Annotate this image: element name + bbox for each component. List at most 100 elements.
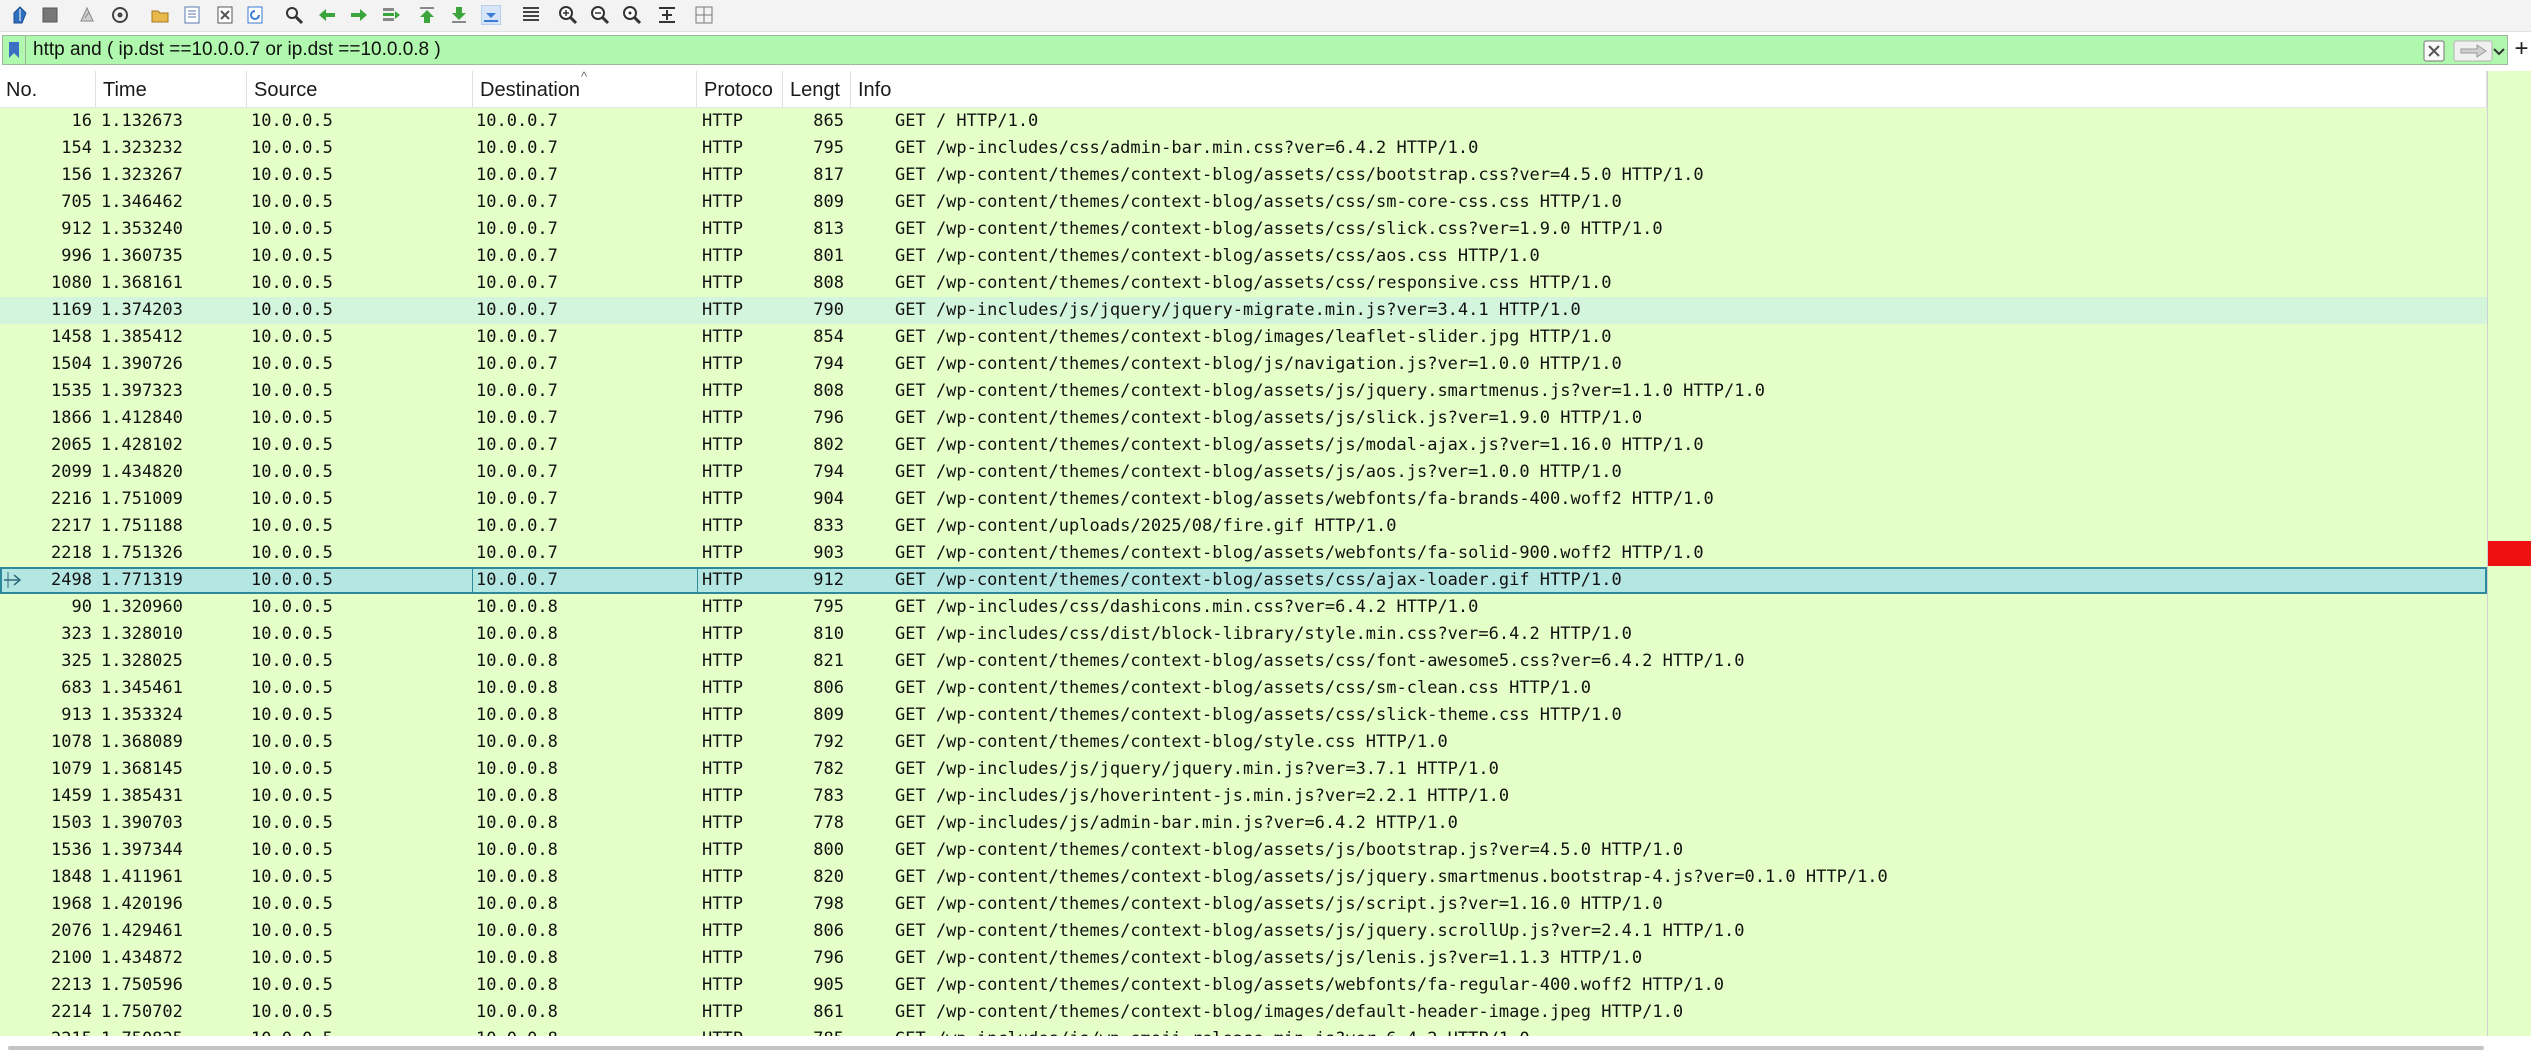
resize-columns-button[interactable] xyxy=(655,3,679,27)
packet-row[interactable]: 1169 1.374203 10.0.0.5 10.0.0.7 HTTP 790 GET /… xyxy=(0,297,2487,324)
packet-row[interactable]: 2076 1.429461 10.0.0.5 10.0.0.8 HTTP 806 GET /… xyxy=(0,918,2487,945)
packet-row[interactable]: 996 1.360735 10.0.0.5 10.0.0.7 HTTP 801 GET /w… xyxy=(0,243,2487,270)
packet-destination-cell: 10.0.0.7 xyxy=(476,570,558,590)
packet-no-cell: 1169 xyxy=(51,300,92,320)
packet-row[interactable]: 1968 1.420196 10.0.0.5 10.0.0.8 HTTP 798 GET /… xyxy=(0,891,2487,918)
packet-row[interactable]: 2099 1.434820 10.0.0.5 10.0.0.7 HTTP 794 GET /… xyxy=(0,459,2487,486)
go-back-icon xyxy=(319,9,335,21)
packet-row[interactable]: 2218 1.751326 10.0.0.5 10.0.0.7 HTTP 903 GET /… xyxy=(0,540,2487,567)
apply-filter-button[interactable] xyxy=(2453,40,2493,62)
packet-list[interactable]: 16 1.132673 10.0.0.5 10.0.0.7 HTTP 865 GET / H… xyxy=(0,108,2487,1036)
column-header-info[interactable]: Info xyxy=(852,71,2487,107)
packet-protocol-cell: HTTP xyxy=(702,705,743,725)
auto-scroll-button[interactable] xyxy=(479,3,503,27)
packet-source-cell: 10.0.0.5 xyxy=(251,894,333,914)
packet-row[interactable]: 1459 1.385431 10.0.0.5 10.0.0.8 HTTP 783 GET /… xyxy=(0,783,2487,810)
start-capture-button[interactable] xyxy=(8,3,32,27)
packet-row[interactable]: 1078 1.368089 10.0.0.5 10.0.0.8 HTTP 792 GET /… xyxy=(0,729,2487,756)
column-header-time[interactable]: Time xyxy=(97,71,247,107)
go-back-button[interactable] xyxy=(315,3,339,27)
save-file-icon xyxy=(184,6,200,24)
packet-time-cell: 1.368089 xyxy=(101,732,183,752)
packet-row[interactable]: 2217 1.751188 10.0.0.5 10.0.0.7 HTTP 833 GET /… xyxy=(0,513,2487,540)
packet-no-cell: 156 xyxy=(61,165,92,185)
save-file-button[interactable] xyxy=(180,3,204,27)
go-to-packet-button[interactable] xyxy=(379,3,403,27)
packet-row[interactable]: 2214 1.750702 10.0.0.5 10.0.0.8 HTTP 861 GET /… xyxy=(0,999,2487,1026)
packet-row[interactable]: 1536 1.397344 10.0.0.5 10.0.0.8 HTTP 800 GET /… xyxy=(0,837,2487,864)
packet-row[interactable]: 1848 1.411961 10.0.0.5 10.0.0.8 HTTP 820 GET /… xyxy=(0,864,2487,891)
packet-no-cell: 1536 xyxy=(51,840,92,860)
packet-destination-cell: 10.0.0.7 xyxy=(476,462,558,482)
capture-options-button[interactable] xyxy=(108,3,132,27)
packet-row[interactable]: 1504 1.390726 10.0.0.5 10.0.0.7 HTTP 794 GET /… xyxy=(0,351,2487,378)
packet-row[interactable]: 325 1.328025 10.0.0.5 10.0.0.8 HTTP 821 GET /w… xyxy=(0,648,2487,675)
packet-row[interactable]: 913 1.353324 10.0.0.5 10.0.0.8 HTTP 809 GET /w… xyxy=(0,702,2487,729)
packet-row[interactable]: 1080 1.368161 10.0.0.5 10.0.0.7 HTTP 808 GET /… xyxy=(0,270,2487,297)
colorize-button[interactable] xyxy=(519,3,543,27)
packet-row[interactable]: 323 1.328010 10.0.0.5 10.0.0.8 HTTP 810 GET /w… xyxy=(0,621,2487,648)
go-forward-button[interactable] xyxy=(347,3,371,27)
filter-bookmark-button[interactable] xyxy=(3,36,26,64)
packet-row[interactable]: 154 1.323232 10.0.0.5 10.0.0.7 HTTP 795 GET /w… xyxy=(0,135,2487,162)
filter-expression[interactable]: http and ( ip.dst ==10.0.0.7 or ip.dst =… xyxy=(33,39,441,61)
packet-row[interactable]: 1503 1.390703 10.0.0.5 10.0.0.8 HTTP 778 GET /… xyxy=(0,810,2487,837)
column-header-protocol[interactable]: Protoco xyxy=(698,71,783,107)
display-filter-input[interactable]: http and ( ip.dst ==10.0.0.7 or ip.dst =… xyxy=(2,35,2508,65)
packet-row[interactable]: 2065 1.428102 10.0.0.5 10.0.0.7 HTTP 802 GET /… xyxy=(0,432,2487,459)
horizontal-scroll-thumb[interactable] xyxy=(8,1046,2484,1050)
column-header-no[interactable]: No. xyxy=(0,71,96,107)
open-file-button[interactable] xyxy=(148,3,172,27)
packet-row[interactable]: 912 1.353240 10.0.0.5 10.0.0.7 HTTP 813 GET /w… xyxy=(0,216,2487,243)
restart-capture-button[interactable] xyxy=(75,3,99,27)
packet-info-cell: GET /wp-content/themes/context-blog/imag… xyxy=(895,327,1612,347)
close-file-button[interactable] xyxy=(213,3,237,27)
packet-source-cell: 10.0.0.5 xyxy=(251,462,333,482)
packet-time-cell: 1.434872 xyxy=(101,948,183,968)
packet-row[interactable]: 1866 1.412840 10.0.0.5 10.0.0.7 HTTP 796 GET /… xyxy=(0,405,2487,432)
layout-button[interactable] xyxy=(692,3,716,27)
packet-destination-cell: 10.0.0.7 xyxy=(476,111,558,131)
packet-destination-cell: 10.0.0.8 xyxy=(476,948,558,968)
packet-source-cell: 10.0.0.5 xyxy=(251,921,333,941)
clear-filter-button[interactable] xyxy=(2423,40,2445,62)
packet-source-cell: 10.0.0.5 xyxy=(251,597,333,617)
packet-row[interactable]: 705 1.346462 10.0.0.5 10.0.0.7 HTTP 809 GET /w… xyxy=(0,189,2487,216)
reload-file-button[interactable] xyxy=(243,3,267,27)
go-last-button[interactable] xyxy=(447,3,471,27)
packet-row[interactable]: 2100 1.434872 10.0.0.5 10.0.0.8 HTTP 796 GET /… xyxy=(0,945,2487,972)
packet-row[interactable]: 683 1.345461 10.0.0.5 10.0.0.8 HTTP 806 GET /w… xyxy=(0,675,2487,702)
zoom-reset-button[interactable] xyxy=(620,3,644,27)
packet-time-cell: 1.353324 xyxy=(101,705,183,725)
packet-row[interactable]: 2215 1.750825 10.0.0.5 10.0.0.8 HTTP 785 GET /… xyxy=(0,1026,2487,1036)
packet-length-cell: 796 xyxy=(813,408,844,428)
packet-minimap-scrollbar[interactable] xyxy=(2487,71,2531,1036)
packet-destination-cell: 10.0.0.7 xyxy=(476,300,558,320)
packet-row[interactable]: 16 1.132673 10.0.0.5 10.0.0.7 HTTP 865 GET / H… xyxy=(0,108,2487,135)
zoom-out-button[interactable] xyxy=(588,3,612,27)
packet-source-cell: 10.0.0.5 xyxy=(251,678,333,698)
add-filter-button[interactable]: + xyxy=(2512,37,2531,62)
stop-capture-button[interactable] xyxy=(38,3,62,27)
packet-row[interactable]: 2213 1.750596 10.0.0.5 10.0.0.8 HTTP 905 GET /… xyxy=(0,972,2487,999)
packet-row[interactable]: 90 1.320960 10.0.0.5 10.0.0.8 HTTP 795 GET /wp… xyxy=(0,594,2487,621)
zoom-in-button[interactable] xyxy=(556,3,580,27)
packet-time-cell: 1.374203 xyxy=(101,300,183,320)
selected-packet-row[interactable]: 2498 1.771319 10.0.0.5 10.0.0.7 HTTP 912 GET /… xyxy=(0,567,2487,594)
find-packet-button[interactable] xyxy=(282,3,306,27)
horizontal-scrollbar[interactable] xyxy=(0,1036,2531,1054)
packet-source-cell: 10.0.0.5 xyxy=(251,327,333,347)
packet-no-cell: 705 xyxy=(61,192,92,212)
packet-info-cell: GET /wp-includes/js/jquery/jquery-migrat… xyxy=(895,300,1581,320)
go-first-button[interactable] xyxy=(415,3,439,27)
packet-row[interactable]: 2216 1.751009 10.0.0.5 10.0.0.7 HTTP 904 GET /… xyxy=(0,486,2487,513)
packet-row[interactable]: 1079 1.368145 10.0.0.5 10.0.0.8 HTTP 782 GET /… xyxy=(0,756,2487,783)
recent-filters-button[interactable] xyxy=(2491,42,2507,60)
packet-length-cell: 785 xyxy=(788,1026,844,1036)
packet-length-cell: 833 xyxy=(813,516,844,536)
packet-row[interactable]: 1535 1.397323 10.0.0.5 10.0.0.7 HTTP 808 GET /… xyxy=(0,378,2487,405)
packet-row[interactable]: 1458 1.385412 10.0.0.5 10.0.0.7 HTTP 854 GET /… xyxy=(0,324,2487,351)
column-header-source[interactable]: Source xyxy=(248,71,473,107)
packet-row[interactable]: 156 1.323267 10.0.0.5 10.0.0.7 HTTP 817 GET /w… xyxy=(0,162,2487,189)
column-header-length[interactable]: Lengt xyxy=(784,71,851,107)
